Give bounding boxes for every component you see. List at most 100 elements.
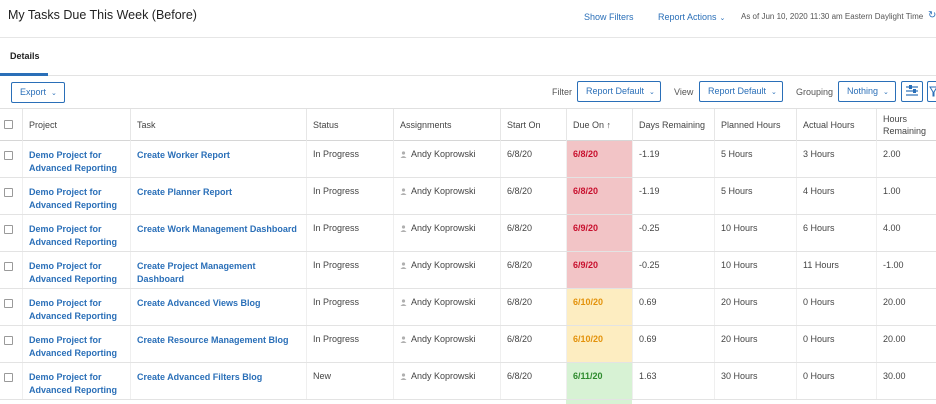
assignment-cell: Andy Koprowski (393, 215, 500, 251)
actual-hours-text: 6 Hours (803, 223, 835, 233)
table-row[interactable]: Demo Project for Advanced Reporting Creat… (0, 252, 936, 289)
days-remaining-text: 1.63 (639, 371, 657, 381)
status-text: New (313, 371, 332, 381)
actual-hours-cell: 0 Hours (796, 363, 876, 399)
table-row[interactable]: Demo Project for Advanced Reporting Creat… (0, 178, 936, 215)
column-settings-button[interactable] (901, 81, 923, 102)
task-cell[interactable]: Create Planner Report (130, 178, 306, 214)
row-checkbox[interactable] (4, 373, 13, 382)
status-cell: In Progress (306, 178, 393, 214)
select-all-checkbox[interactable] (4, 120, 13, 129)
filter-select[interactable]: Report Default ⌄ (577, 81, 661, 102)
row-checkbox[interactable] (4, 262, 13, 271)
project-text[interactable]: Demo Project for Advanced Reporting (29, 297, 127, 323)
filter-toggle-button[interactable] (927, 81, 936, 102)
start-on-cell: 6/8/20 (500, 141, 566, 177)
project-cell[interactable]: Demo Project for Advanced Reporting (22, 215, 130, 251)
project-cell[interactable]: Demo Project for Advanced Reporting (22, 178, 130, 214)
report-actions-menu[interactable]: Report Actions ⌄ (658, 12, 725, 22)
row-checkbox[interactable] (4, 225, 13, 234)
task-cell[interactable]: Create Work Management Dashboard (130, 215, 306, 251)
show-filters-link[interactable]: Show Filters (584, 12, 634, 22)
task-text[interactable]: Create Project Management Dashboard (137, 260, 303, 286)
project-text[interactable]: Demo Project for Advanced Reporting (29, 334, 127, 360)
report-header: My Tasks Due This Week (Before) Show Fil… (0, 0, 936, 38)
column-header-planned-hours[interactable]: Planned Hours (714, 109, 796, 141)
task-text[interactable]: Create Advanced Filters Blog (137, 371, 303, 384)
task-text[interactable]: Create Work Management Dashboard (137, 223, 303, 236)
start-on-text: 6/8/20 (507, 149, 533, 159)
report-toolbar: Export ⌄ Filter Report Default ⌄ View Repo… (0, 76, 936, 108)
hours-remaining-text: 1.00 (883, 186, 901, 196)
days-remaining-cell: -0.25 (632, 215, 714, 251)
assignment-cell: Andy Koprowski (393, 178, 500, 214)
column-header-project[interactable]: Project (22, 109, 130, 141)
task-text[interactable]: Create Resource Management Blog (137, 334, 303, 347)
task-text[interactable]: Create Advanced Views Blog (137, 297, 303, 310)
assignment-cell: Andy Koprowski (393, 289, 500, 325)
task-text[interactable]: Create Planner Report (137, 186, 303, 199)
actual-hours-cell: 0 Hours (796, 289, 876, 325)
days-remaining-cell: -1.19 (632, 178, 714, 214)
column-header-assignments[interactable]: Assignments (393, 109, 500, 141)
person-icon (400, 372, 407, 380)
days-remaining-text: 0.69 (639, 334, 657, 344)
chevron-down-icon: ⌄ (719, 15, 726, 22)
table-row[interactable]: Demo Project for Advanced Reporting Creat… (0, 326, 936, 363)
project-cell[interactable]: Demo Project for Advanced Reporting (22, 141, 130, 177)
project-text[interactable]: Demo Project for Advanced Reporting (29, 371, 127, 397)
table-row[interactable]: Demo Project for Advanced Reporting Creat… (0, 289, 936, 326)
as-of-timestamp: As of Jun 10, 2020 11:30 am Eastern Dayl… (741, 12, 924, 21)
project-cell[interactable]: Demo Project for Advanced Reporting (22, 252, 130, 288)
column-header-start-on[interactable]: Start On (500, 109, 566, 141)
column-header-due-on[interactable]: Due On ↑ (566, 109, 632, 141)
project-text[interactable]: Demo Project for Advanced Reporting (29, 260, 127, 286)
actual-hours-cell: 0 Hours (796, 326, 876, 362)
refresh-icon[interactable]: ↻ (928, 10, 936, 21)
due-on-text: 6/9/20 (573, 223, 599, 233)
person-icon (400, 335, 407, 343)
column-header-actual-hours[interactable]: Actual Hours (796, 109, 876, 141)
planned-hours-cell: 10 Hours (714, 252, 796, 288)
actual-hours-text: 0 Hours (803, 297, 835, 307)
funnel-icon (929, 86, 936, 97)
row-checkbox[interactable] (4, 151, 13, 160)
task-cell[interactable]: Create Worker Report (130, 141, 306, 177)
chevron-down-icon: ⌄ (883, 89, 889, 96)
grouping-select[interactable]: Nothing ⌄ (838, 81, 896, 102)
view-select[interactable]: Report Default ⌄ (699, 81, 783, 102)
table-row[interactable]: Demo Project for Advanced Reporting Creat… (0, 215, 936, 252)
task-cell[interactable]: Create Resource Management Blog (130, 326, 306, 362)
export-label: Export (20, 87, 47, 97)
project-text[interactable]: Demo Project for Advanced Reporting (29, 149, 127, 175)
project-cell[interactable]: Demo Project for Advanced Reporting (22, 289, 130, 325)
column-header-status[interactable]: Status (306, 109, 393, 141)
column-header-task[interactable]: Task (130, 109, 306, 141)
select-cell (0, 363, 22, 399)
export-button[interactable]: Export ⌄ (11, 82, 65, 103)
row-checkbox[interactable] (4, 188, 13, 197)
hours-remaining-text: -1.00 (883, 260, 904, 270)
column-header-hours-remaining[interactable]: Hours Remaining (876, 109, 936, 141)
task-cell[interactable]: Create Project Management Dashboard (130, 252, 306, 288)
planned-hours-cell: 5 Hours (714, 178, 796, 214)
planned-hours-text: 10 Hours (721, 223, 758, 233)
task-cell[interactable]: Create Advanced Views Blog (130, 289, 306, 325)
row-checkbox[interactable] (4, 336, 13, 345)
row-checkbox[interactable] (4, 299, 13, 308)
table-row[interactable]: Demo Project for Advanced Reporting Creat… (0, 363, 936, 400)
hours-remaining-text: 20.00 (883, 297, 906, 307)
select-all-cell (0, 109, 22, 141)
select-cell (0, 289, 22, 325)
project-cell[interactable]: Demo Project for Advanced Reporting (22, 363, 130, 399)
project-text[interactable]: Demo Project for Advanced Reporting (29, 223, 127, 249)
project-text[interactable]: Demo Project for Advanced Reporting (29, 186, 127, 212)
task-text[interactable]: Create Worker Report (137, 149, 303, 162)
table-row[interactable]: Demo Project for Advanced Reporting Creat… (0, 141, 936, 178)
status-text: In Progress (313, 223, 360, 233)
column-header-days-remaining[interactable]: Days Remaining (632, 109, 714, 141)
due-on-text: 6/9/20 (573, 260, 599, 270)
project-cell[interactable]: Demo Project for Advanced Reporting (22, 326, 130, 362)
task-cell[interactable]: Create Advanced Filters Blog (130, 363, 306, 399)
tab-details[interactable]: Details (0, 38, 48, 76)
